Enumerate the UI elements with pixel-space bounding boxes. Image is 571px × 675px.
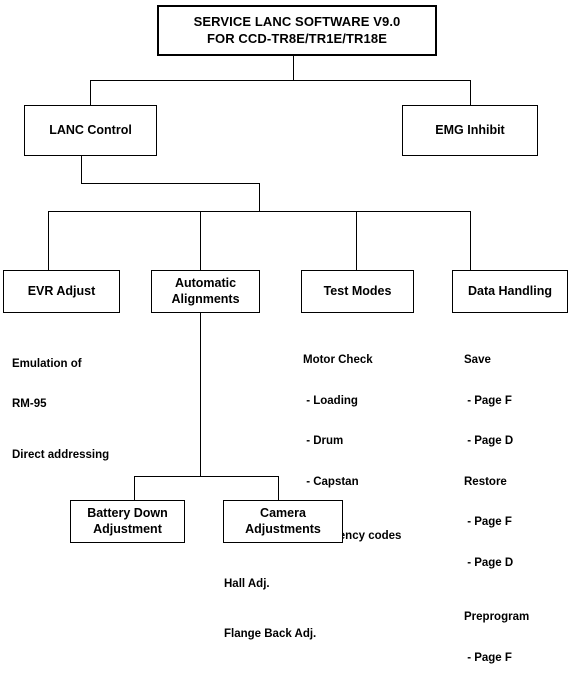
connector-level2-bus xyxy=(90,80,471,81)
connector-root-stem xyxy=(293,56,294,80)
node-camera-adjustments: Camera Adjustments xyxy=(223,500,343,543)
note-data-handling-line-2: - Page F xyxy=(464,394,512,407)
node-service-lanc-software: SERVICE LANC SOFTWARE V9.0 FOR CCD-TR8E/… xyxy=(157,5,437,56)
note-test-modes-line-2: - Loading xyxy=(303,394,358,407)
connector-to-data-handling xyxy=(470,211,471,271)
connector-to-camera-adjustments xyxy=(278,476,279,501)
note-data-handling-line-1: Save xyxy=(464,354,491,366)
node-automatic-alignments: Automatic Alignments xyxy=(151,270,260,313)
connector-automatic-alignments-stem xyxy=(200,313,201,476)
note-data-handling-line-7: Preprogram xyxy=(464,611,530,623)
node-test-modes: Test Modes xyxy=(301,270,414,313)
note-evr-adjust: Emulation of RM-95 Direct addressing xyxy=(12,336,109,485)
connector-to-battery-down-adjustment xyxy=(134,476,135,501)
node-data-handling: Data Handling xyxy=(452,270,568,313)
note-evr-line-3: Direct addressing xyxy=(12,449,110,461)
connector-level3-bus xyxy=(48,211,471,212)
connector-to-evr-adjust xyxy=(48,211,49,271)
connector-to-automatic-alignments xyxy=(200,211,201,271)
connector-lanc-jog xyxy=(81,183,260,184)
note-data-handling-line-8: - Page F xyxy=(464,651,512,664)
note-camera-line-2: Flange Back Adj. xyxy=(224,627,317,640)
note-evr-line-2: RM-95 xyxy=(12,397,47,410)
connector-to-emg-inhibit xyxy=(470,80,471,105)
note-test-modes-line-4: - Capstan xyxy=(303,475,359,488)
note-data-handling-line-5: - Page F xyxy=(464,516,512,528)
note-camera-adjustments: Hall Adj. Flange Back Adj. Iris IN/OUT A… xyxy=(224,556,320,675)
block-diagram-canvas: SERVICE LANC SOFTWARE V9.0 FOR CCD-TR8E/… xyxy=(0,0,571,675)
connector-to-lanc-control xyxy=(90,80,91,105)
note-data-handling-line-4: Restore xyxy=(464,475,507,488)
connector-to-test-modes xyxy=(356,211,357,271)
note-data-handling-line-3: - Page D xyxy=(464,435,514,447)
connector-lanc-drop xyxy=(259,183,260,212)
node-lanc-control: LANC Control xyxy=(24,105,157,156)
node-evr-adjust: EVR Adjust xyxy=(3,270,120,313)
note-test-modes-line-3: - Drum xyxy=(303,435,344,447)
note-camera-line-1: Hall Adj. xyxy=(224,578,270,590)
note-data-handling-line-6: - Page D xyxy=(464,556,514,569)
note-data-handling: Save - Page F - Page D Restore - Page F … xyxy=(464,332,529,675)
node-battery-down-adjustment: Battery Down Adjustment xyxy=(70,500,185,543)
connector-level4-bus xyxy=(134,476,279,477)
note-evr-line-1: Emulation of xyxy=(12,358,82,370)
node-emg-inhibit: EMG Inhibit xyxy=(402,105,538,156)
note-test-modes-line-1: Motor Check xyxy=(303,354,373,366)
connector-lanc-stem xyxy=(81,156,82,184)
